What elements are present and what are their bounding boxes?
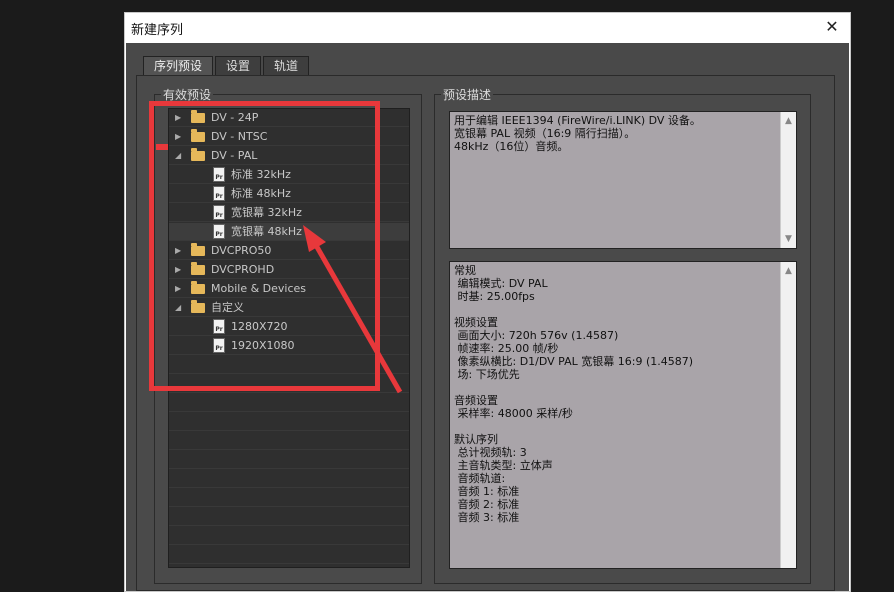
annotation-arrow (303, 225, 403, 394)
